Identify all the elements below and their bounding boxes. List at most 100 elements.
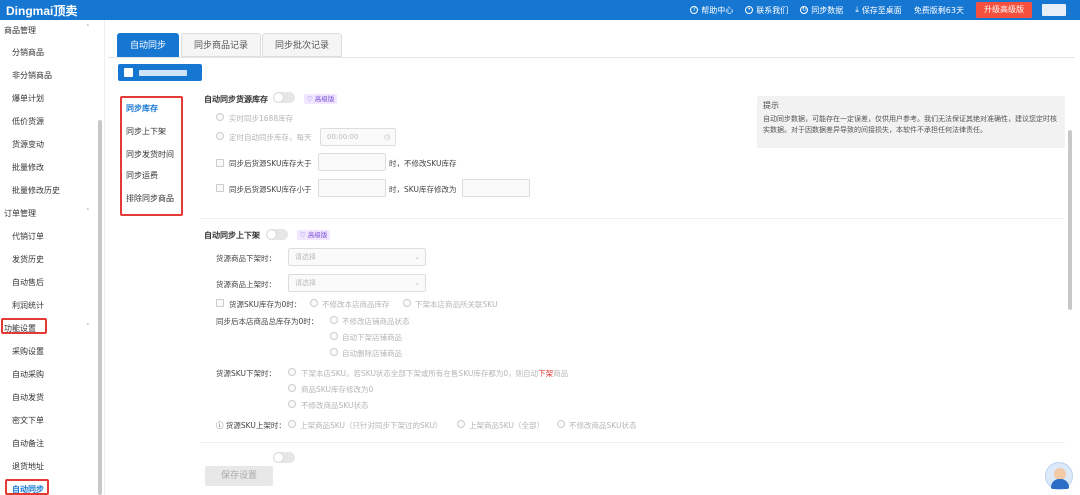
sidebar-item-auto-purchase[interactable]: 自动采购 [12,369,44,380]
radio-sku-zero-keep[interactable] [310,299,318,307]
help-center-link[interactable]: ? 帮助中心 [690,5,733,16]
sidebar-item-auto-remark[interactable]: 自动备注 [12,438,44,449]
contact-icon: • [745,6,754,14]
tab-sync-product-records[interactable]: 同步商品记录 [181,33,262,57]
sidebar: 商品管理 ˄ 分销商品 非分销商品 爆单计划 低价货源 货源变动 批量修改 批量… [0,20,105,495]
stock-less-input[interactable] [318,179,386,197]
sidebar-item-low-price-source[interactable]: 低价货源 [12,116,44,127]
checkbox-stock-greater[interactable] [216,159,224,167]
save-settings-button[interactable]: 保存设置 [205,466,273,486]
checkbox-sku-zero[interactable] [216,299,224,307]
radio-total-zero-keep[interactable] [330,316,338,324]
stock-badge-label: 高级版 [314,95,335,103]
label-sku-on-synced: 上架商品SKU（只针对同步下架过的SKU） [300,421,443,430]
contact-us-link[interactable]: • 联系我们 [745,5,788,16]
radio-sku-off-keep[interactable] [288,400,296,408]
upgrade-button[interactable]: 升级高级版 [976,2,1032,18]
chevron-down-icon: ⌄ [414,279,420,287]
next-section-toggle[interactable] [273,452,295,463]
section-divider [200,218,1065,219]
label-sku-off-keep: 不修改商品SKU状态 [301,401,369,410]
sidebar-item-consignment-orders[interactable]: 代销订单 [12,231,44,242]
sidebar-item-shipping-history[interactable]: 发货历史 [12,254,44,265]
chevron-up-icon[interactable]: ˄ [86,24,90,32]
sidebar-item-hot-plan[interactable]: 爆单计划 [12,93,44,104]
sidebar-group-orders[interactable]: 订单管理 [4,208,36,219]
radio-sku-on-keep[interactable] [557,420,565,428]
select-source-off-placeholder: 请选择 [295,253,316,261]
sidebar-item-purchase-settings[interactable]: 采购设置 [12,346,44,357]
stock-section-title: 自动同步货源库存 [204,95,268,104]
label-stock-less-post: 时，SKU库存修改为 [389,185,457,194]
app-logo[interactable]: Dingmai顶卖 [0,2,100,19]
sidebar-item-distribution-products[interactable]: 分销商品 [12,47,44,58]
radio-sku-off-offshelf[interactable] [288,368,296,376]
label-sku-on-keep: 不修改商品SKU状态 [569,421,637,430]
content-scrollbar[interactable] [1068,130,1072,310]
sidebar-group-product[interactable]: 商品管理 [4,25,36,36]
heart-icon: ♡ [300,231,306,239]
download-icon: ⤓ [855,5,859,14]
select-source-on-placeholder: 请选择 [295,279,316,287]
chevron-up-icon[interactable]: ˄ [86,323,90,331]
sidebar-item-profit-stats[interactable]: 利润统计 [12,300,44,311]
label-total-zero-offshelf: 自动下架店铺商品 [342,333,402,342]
top-links: ? 帮助中心 • 联系我们 ↻ 同步数据 ⤓ 保存至桌面 免费版剩63天 升级高级版 [690,0,1080,20]
radio-sku-on-all[interactable] [457,420,465,428]
chevron-up-icon[interactable]: ˄ [86,208,90,216]
highlight-box-mini-nav [120,96,183,216]
section-divider [200,442,1065,443]
timed-sync-time-input[interactable]: 00:00:00 ◷ [320,128,396,146]
radio-timed-sync[interactable] [216,132,224,140]
user-account[interactable] [1042,4,1066,16]
radio-sku-off-zero[interactable] [288,384,296,392]
sync-data-link[interactable]: ↻ 同步数据 [800,5,843,16]
support-avatar[interactable] [1045,462,1073,490]
radio-total-zero-delete[interactable] [330,348,338,356]
time-value: 00:00:00 [327,133,359,141]
sidebar-item-auto-ship[interactable]: 自动发货 [12,392,44,403]
question-circle-icon[interactable]: ⓘ [216,421,224,430]
sync-data-label: 同步数据 [811,5,844,15]
label-total-zero-keep: 不修改店铺商品状态 [342,317,410,326]
stock-greater-input[interactable] [318,153,386,171]
tab-auto-sync[interactable]: 自动同步 [117,33,180,57]
sidebar-item-batch-edit[interactable]: 批量修改 [12,162,44,173]
sidebar-item-non-distribution-products[interactable]: 非分销商品 [12,70,52,81]
label-source-on: 货源商品上架时： [216,280,276,289]
label-sku-zero: 货源SKU库存为0时： [229,300,302,309]
stock-sync-toggle[interactable] [273,92,295,103]
shelf-section-title: 自动同步上下架 [204,231,260,240]
store-name-redacted [139,69,187,76]
sidebar-item-return-address[interactable]: 退货地址 [12,461,44,472]
radio-realtime-sync[interactable] [216,113,224,121]
free-version-label: 免费版剩63天 [913,5,964,15]
stock-modify-input[interactable] [462,179,530,197]
sku-off-opt1-highlight: 下架 [538,369,554,378]
sku-off-opt1-suffix: 商品 [553,369,569,378]
label-source-off: 货源商品下架时： [216,254,276,263]
sidebar-item-source-changes[interactable]: 货源变动 [12,139,44,150]
store-selector[interactable] [118,64,202,81]
sidebar-item-auto-aftersale[interactable]: 自动售后 [12,277,44,288]
label-stock-greater: 同步后货源SKU库存大于 [229,159,312,168]
checkbox-stock-less[interactable] [216,184,224,192]
sku-on-label-text: 货源SKU上架时： [225,421,286,430]
select-source-off[interactable]: 请选择 ⌄ [288,248,426,266]
select-source-on[interactable]: 请选择 ⌄ [288,274,426,292]
free-version-status: 免费版剩63天 [914,5,964,16]
chevron-down-icon: ⌄ [414,253,420,261]
shelf-premium-badge: ♡ 高级版 [297,230,331,240]
tab-sync-batch-records[interactable]: 同步批次记录 [262,33,343,57]
sidebar-scrollbar[interactable] [98,120,102,495]
radio-sku-zero-offshelf[interactable] [403,299,411,307]
radio-total-zero-offshelf[interactable] [330,332,338,340]
label-sku-zero-keep: 不修改本店商品库存 [322,300,390,309]
save-to-desktop-link[interactable]: ⤓ 保存至桌面 [855,5,902,16]
radio-sku-on-synced[interactable] [288,420,296,428]
sidebar-item-batch-edit-history[interactable]: 批量修改历史 [12,185,60,196]
shelf-sync-toggle[interactable] [266,229,288,240]
stock-premium-badge: ♡ 高级版 [304,94,338,104]
label-sku-on-all: 上架商品SKU（全部） [469,421,544,430]
sidebar-item-encrypted-order[interactable]: 密文下单 [12,415,44,426]
